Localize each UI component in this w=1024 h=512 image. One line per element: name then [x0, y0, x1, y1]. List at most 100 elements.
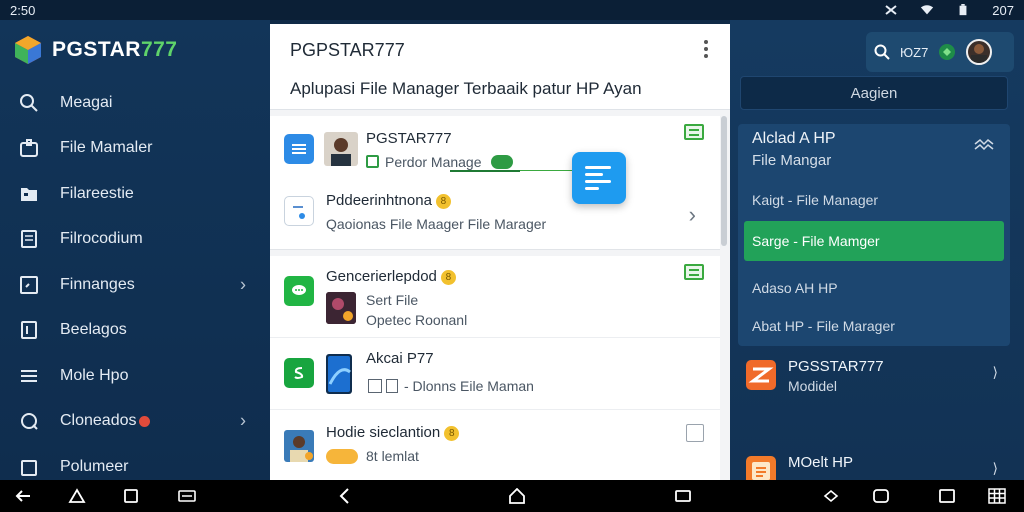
thumbnail-image: [326, 292, 356, 324]
toggle-pill-icon: [326, 449, 358, 464]
chevron-right-icon: ›: [240, 274, 246, 295]
coin-badge: 8: [440, 270, 456, 285]
category-item[interactable]: Abat HP - File Marager: [752, 318, 895, 334]
top-bar-label[interactable]: ЮZ7: [900, 45, 928, 60]
sync-icon[interactable]: [938, 43, 956, 61]
share-icon[interactable]: [822, 488, 840, 504]
chevron-right-icon[interactable]: ⟩: [993, 364, 998, 381]
brand-name: PGSTAR777: [52, 38, 178, 62]
screenshot-icon[interactable]: [872, 488, 890, 504]
lock-folder-icon: [18, 137, 40, 159]
segment-button[interactable]: Aagien: [740, 76, 1008, 110]
sidebar-item-finnanges[interactable]: Finnanges ›: [0, 262, 270, 308]
back-chevron-icon[interactable]: [336, 488, 354, 504]
sidebar-item-cloneados[interactable]: Cloneados ›: [0, 399, 270, 445]
app-list-item[interactable]: MOelt HP ⟩: [744, 452, 1014, 480]
main-title: PGPSTAR777: [290, 40, 405, 60]
sidebar-item-label: Finnanges: [60, 275, 135, 293]
item-subtitle-text: Perdor Manage: [385, 154, 482, 170]
more-options-icon[interactable]: [704, 40, 710, 61]
avatar: [284, 430, 314, 462]
copy-icon-secondary: [386, 379, 398, 393]
notes-app-icon: [746, 456, 776, 480]
brand-name-accent: 777: [140, 38, 178, 61]
scrollbar-thumb[interactable]: [721, 116, 727, 246]
category-card: Alclad A HP File Mangar Kaigt - File Man…: [738, 124, 1010, 346]
file-card-1: PGSTAR777 Perdor Manage Pddeerinhtnona 8 …: [270, 116, 720, 250]
list-item[interactable]: Gencerierlepdod 8 Sert File Opetec Roonan…: [270, 256, 720, 338]
item-title: PGSTAR777: [366, 130, 452, 147]
sidebar-item-label: Filareestie: [60, 184, 134, 202]
status-bar: 2:50 207: [0, 0, 1024, 20]
floating-document-icon[interactable]: [572, 152, 626, 204]
main-subtitle: Aplupasi File Manager Terbaaik patur HP …: [290, 79, 642, 98]
no-signal-icon: [885, 5, 897, 15]
collapse-icon[interactable]: [974, 138, 994, 150]
list-item[interactable]: Pddeerinhtnona 8 Qaoionas File Maager Fil…: [270, 182, 720, 248]
system-nav-bar: [0, 480, 1024, 512]
grid-icon[interactable]: [988, 488, 1006, 504]
item-title-text: Hodie sieclantion: [326, 424, 441, 441]
list-item[interactable]: Hodie sieclantion 8 8t lemlat: [270, 410, 720, 480]
sidebar-item-filrocodium[interactable]: Filrocodium: [0, 217, 270, 263]
home-icon[interactable]: [508, 488, 526, 504]
menu-icon: [18, 365, 40, 387]
item-title: Pddeerinhtnona 8: [326, 192, 451, 209]
phone-thumbnail: [326, 354, 352, 394]
sidebar-item-mole-hpo[interactable]: Mole Hpo: [0, 353, 270, 399]
window-icon[interactable]: [938, 488, 956, 504]
recents-icon[interactable]: [674, 488, 692, 504]
coin-badge: 8: [435, 194, 451, 209]
main-panel: PGPSTAR777 Aplupasi File Manager Terbaai…: [270, 24, 730, 480]
item-subtitle-text: - Dlonns Eile Maman: [404, 378, 534, 394]
archive-icon: [18, 456, 40, 478]
sidebar-item-file-mamaler[interactable]: File Mamaler: [0, 126, 270, 172]
chevron-right-icon[interactable]: ›: [689, 202, 696, 228]
category-item[interactable]: Kaigt - File Manager: [752, 192, 878, 208]
item-subtitle-text: 8t lemlat: [366, 448, 419, 464]
item-title-text: Gencerierlepdod: [326, 268, 437, 285]
list-item[interactable]: Akcai P77 - Dlonns Eile Maman: [270, 338, 720, 410]
sidebar-item-filareestie[interactable]: Filareestie: [0, 171, 270, 217]
item-subtitle: 8t lemlat: [326, 448, 419, 464]
user-avatar[interactable]: [966, 39, 993, 65]
sidebar-item-label: Cloneados: [60, 412, 137, 430]
sidebar-item-beelagos[interactable]: Beelagos: [0, 308, 270, 354]
app-title: MOelt HP: [788, 454, 854, 471]
sidebar-item-polumeer[interactable]: Polumeer: [0, 444, 270, 480]
notification-badge: [138, 415, 150, 427]
right-panel: ЮZ7 Aagien Alclad A HP File Mangar Kaigt…: [730, 20, 1024, 480]
app-list-item[interactable]: PGSSTAR777 Modidel ⟩: [744, 356, 1014, 406]
battery-icon: [959, 4, 967, 16]
home-outline-icon[interactable]: [68, 488, 86, 504]
category-item[interactable]: Adaso AH HP: [752, 280, 838, 296]
cloud-sync-icon: [491, 155, 514, 169]
chevron-right-icon[interactable]: ⟩: [993, 460, 998, 477]
document-icon: [284, 134, 314, 164]
card-subheading: File Mangar: [752, 152, 832, 169]
select-checkbox[interactable]: [686, 424, 704, 442]
search-icon[interactable]: [874, 44, 890, 60]
sidebar: PGSTAR777 Meagai File Mamaler Filareesti…: [0, 20, 270, 480]
category-item-active[interactable]: Sarge - File Mamger: [744, 221, 1004, 261]
sidebar-item-label: Polumeer: [60, 457, 129, 475]
item-subtitle: Sert File: [366, 292, 419, 308]
folder-icon: [18, 183, 40, 205]
battery-text: 207: [992, 2, 1014, 18]
list-item[interactable]: PGSTAR777 Perdor Manage: [270, 116, 720, 182]
keyboard-icon[interactable]: [178, 488, 196, 504]
search-icon: [18, 92, 40, 114]
sidebar-item-meagai[interactable]: Meagai: [0, 80, 270, 126]
sidebar-item-label: Filrocodium: [60, 230, 143, 248]
brand[interactable]: PGSTAR777: [0, 20, 270, 80]
progress-line: [450, 170, 520, 172]
back-arrow-icon[interactable]: [14, 488, 32, 504]
document-icon: [18, 228, 40, 250]
item-title: Hodie sieclantion 8: [326, 424, 460, 441]
sidebar-item-label: File Mamaler: [60, 139, 153, 157]
copy-icon: [368, 379, 382, 393]
recents-square-icon[interactable]: [122, 488, 140, 504]
item-title-text: Pddeerinhtnona: [326, 192, 432, 209]
avatar: [324, 132, 358, 166]
item-subtitle: Qaoionas File Maager File Marager: [326, 216, 547, 232]
